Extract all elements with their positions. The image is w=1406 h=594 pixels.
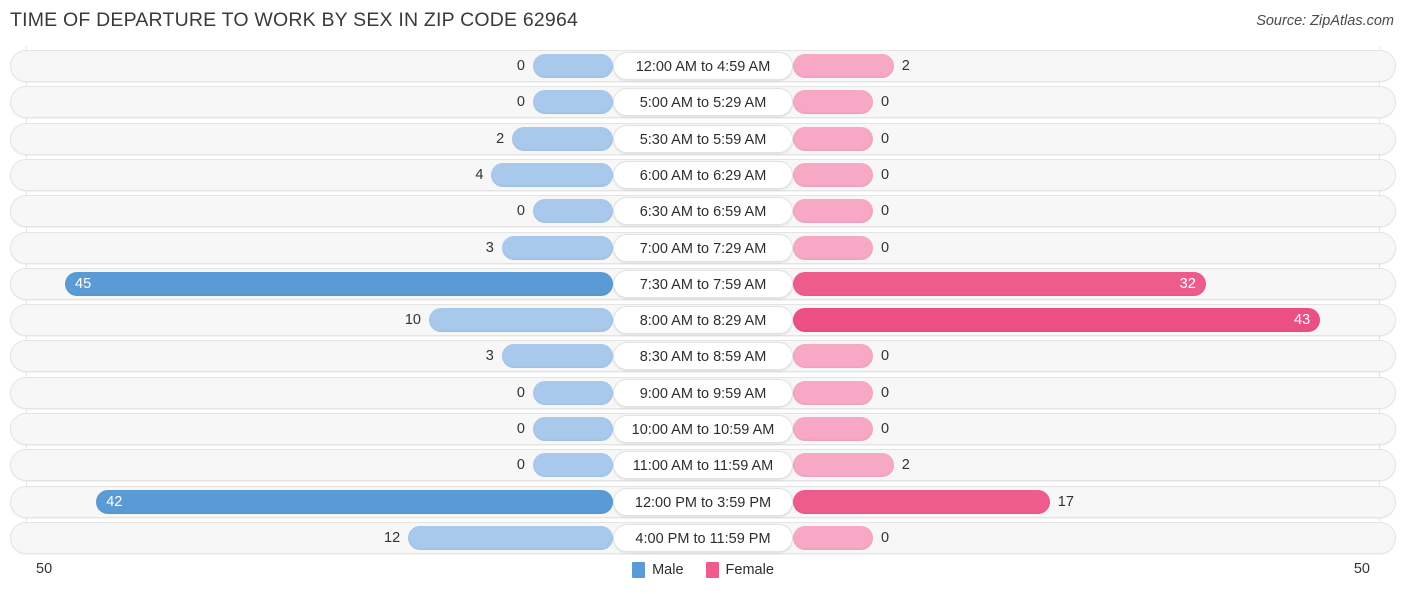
bar-female[interactable] — [793, 126, 873, 151]
legend-swatch-male-icon — [632, 562, 646, 578]
chart-row: 0 0 10:00 AM to 10:59 AM — [10, 413, 1396, 445]
bar-value-female: 0 — [881, 529, 890, 546]
row-category-label: 5:00 AM to 5:29 AM — [613, 88, 793, 117]
row-category-label: 9:00 AM to 9:59 AM — [613, 378, 793, 407]
chart-row: 3 0 7:00 AM to 7:29 AM — [10, 231, 1396, 264]
bar-male[interactable] — [512, 126, 613, 151]
chart-row: 2 0 5:30 AM to 5:59 AM — [10, 122, 1396, 155]
bar-female[interactable] — [793, 271, 1206, 296]
bar-male[interactable] — [533, 199, 613, 224]
chart-row: 10 43 8:00 AM to 8:29 AM — [10, 304, 1396, 337]
chart-row: 4 0 6:00 AM to 6:29 AM — [10, 158, 1396, 191]
bar-value-female: 0 — [881, 384, 890, 401]
bar-value-male: 3 — [485, 239, 494, 256]
bar-value-male: 45 — [75, 275, 92, 292]
bar-female[interactable] — [793, 525, 873, 550]
bar-value-female: 43 — [1294, 312, 1311, 329]
bar-male[interactable] — [533, 90, 613, 115]
legend-swatch-female-icon — [705, 562, 719, 578]
legend-label-female: Female — [725, 562, 774, 578]
row-category-label: 10:00 AM to 10:59 AM — [613, 415, 793, 443]
row-category-label: 11:00 AM to 11:59 AM — [613, 451, 793, 480]
bar-female[interactable] — [793, 380, 873, 405]
bar-male[interactable] — [491, 162, 613, 187]
bar-value-male: 42 — [106, 493, 123, 510]
bar-value-male: 0 — [516, 58, 525, 74]
bar-male[interactable] — [533, 54, 613, 78]
bar-male[interactable] — [501, 344, 613, 369]
row-category-label: 12:00 PM to 3:59 PM — [613, 487, 793, 516]
chart-legend: Male Female — [0, 562, 1406, 578]
bar-male[interactable] — [429, 308, 613, 333]
bar-value-male: 0 — [516, 384, 525, 401]
bar-male[interactable] — [65, 271, 613, 296]
bar-female[interactable] — [793, 453, 894, 478]
chart-row: 42 17 12:00 PM to 3:59 PM — [10, 485, 1396, 518]
bar-male[interactable] — [533, 417, 613, 441]
bar-female[interactable] — [793, 54, 894, 78]
bar-male[interactable] — [533, 453, 613, 478]
chart-row: 45 32 7:30 AM to 7:59 AM — [10, 267, 1396, 300]
bar-value-female: 17 — [1057, 493, 1074, 510]
row-category-label: 4:00 PM to 11:59 PM — [613, 523, 793, 552]
row-category-label: 8:00 AM to 8:29 AM — [613, 306, 793, 335]
bar-value-male: 4 — [475, 166, 484, 183]
bar-value-female: 0 — [881, 130, 890, 147]
bar-value-male: 2 — [496, 130, 505, 147]
row-category-label: 6:00 AM to 6:29 AM — [613, 160, 793, 189]
row-category-label: 7:30 AM to 7:59 AM — [613, 269, 793, 298]
legend-item-male[interactable]: Male — [632, 562, 684, 578]
chart-plot-area: 0 2 12:00 AM to 4:59 AM 0 0 5:00 AM to 5:29 A… — [0, 46, 1406, 554]
chart-row: 3 0 8:30 AM to 8:59 AM — [10, 340, 1396, 373]
bar-female[interactable] — [793, 308, 1321, 333]
bar-female[interactable] — [793, 199, 873, 224]
row-category-label: 8:30 AM to 8:59 AM — [613, 342, 793, 371]
row-category-label: 7:00 AM to 7:29 AM — [613, 233, 793, 262]
bar-value-male: 0 — [516, 94, 525, 111]
bar-value-female: 32 — [1179, 275, 1196, 292]
chart-footer: 50 50 Male Female — [0, 554, 1406, 594]
bar-female[interactable] — [793, 344, 873, 369]
row-category-label: 6:30 AM to 6:59 AM — [613, 197, 793, 226]
chart-row: 0 0 9:00 AM to 9:59 AM — [10, 376, 1396, 409]
row-category-label: 12:00 AM to 4:59 AM — [613, 52, 793, 80]
bar-value-female: 2 — [901, 457, 910, 474]
bar-female[interactable] — [793, 417, 873, 441]
bar-value-female: 0 — [881, 203, 890, 220]
bar-value-female: 0 — [881, 166, 890, 183]
legend-label-male: Male — [652, 562, 684, 578]
bar-male[interactable] — [408, 525, 613, 550]
chart-row: 0 2 12:00 AM to 4:59 AM — [10, 50, 1396, 82]
bar-value-female: 0 — [881, 348, 890, 365]
bar-value-male: 0 — [516, 421, 525, 437]
row-category-label: 5:30 AM to 5:59 AM — [613, 124, 793, 153]
bar-value-female: 2 — [901, 58, 910, 74]
source-label: Source: ZipAtlas.com — [1256, 13, 1394, 29]
chart-row: 0 2 11:00 AM to 11:59 AM — [10, 449, 1396, 482]
bar-male[interactable] — [533, 380, 613, 405]
chart-row: 0 0 5:00 AM to 5:29 AM — [10, 86, 1396, 119]
bar-value-male: 10 — [404, 312, 421, 329]
bar-value-male: 3 — [485, 348, 494, 365]
bar-value-male: 0 — [516, 203, 525, 220]
bar-male[interactable] — [501, 235, 613, 260]
chart-header: TIME OF DEPARTURE TO WORK BY SEX IN ZIP … — [0, 0, 1406, 44]
page-title: TIME OF DEPARTURE TO WORK BY SEX IN ZIP … — [10, 9, 579, 31]
chart-row: 12 0 4:00 PM to 11:59 PM — [10, 521, 1396, 554]
bar-female[interactable] — [793, 162, 873, 187]
bar-value-female: 0 — [881, 94, 890, 111]
bar-female[interactable] — [793, 90, 873, 115]
bar-value-female: 0 — [881, 421, 890, 437]
bar-female[interactable] — [793, 235, 873, 260]
bar-value-male: 12 — [384, 529, 401, 546]
bar-value-male: 0 — [516, 457, 525, 474]
bar-value-female: 0 — [881, 239, 890, 256]
bar-male[interactable] — [96, 489, 613, 514]
bar-female[interactable] — [793, 489, 1050, 514]
legend-item-female[interactable]: Female — [705, 562, 774, 578]
chart-row: 0 0 6:30 AM to 6:59 AM — [10, 195, 1396, 228]
